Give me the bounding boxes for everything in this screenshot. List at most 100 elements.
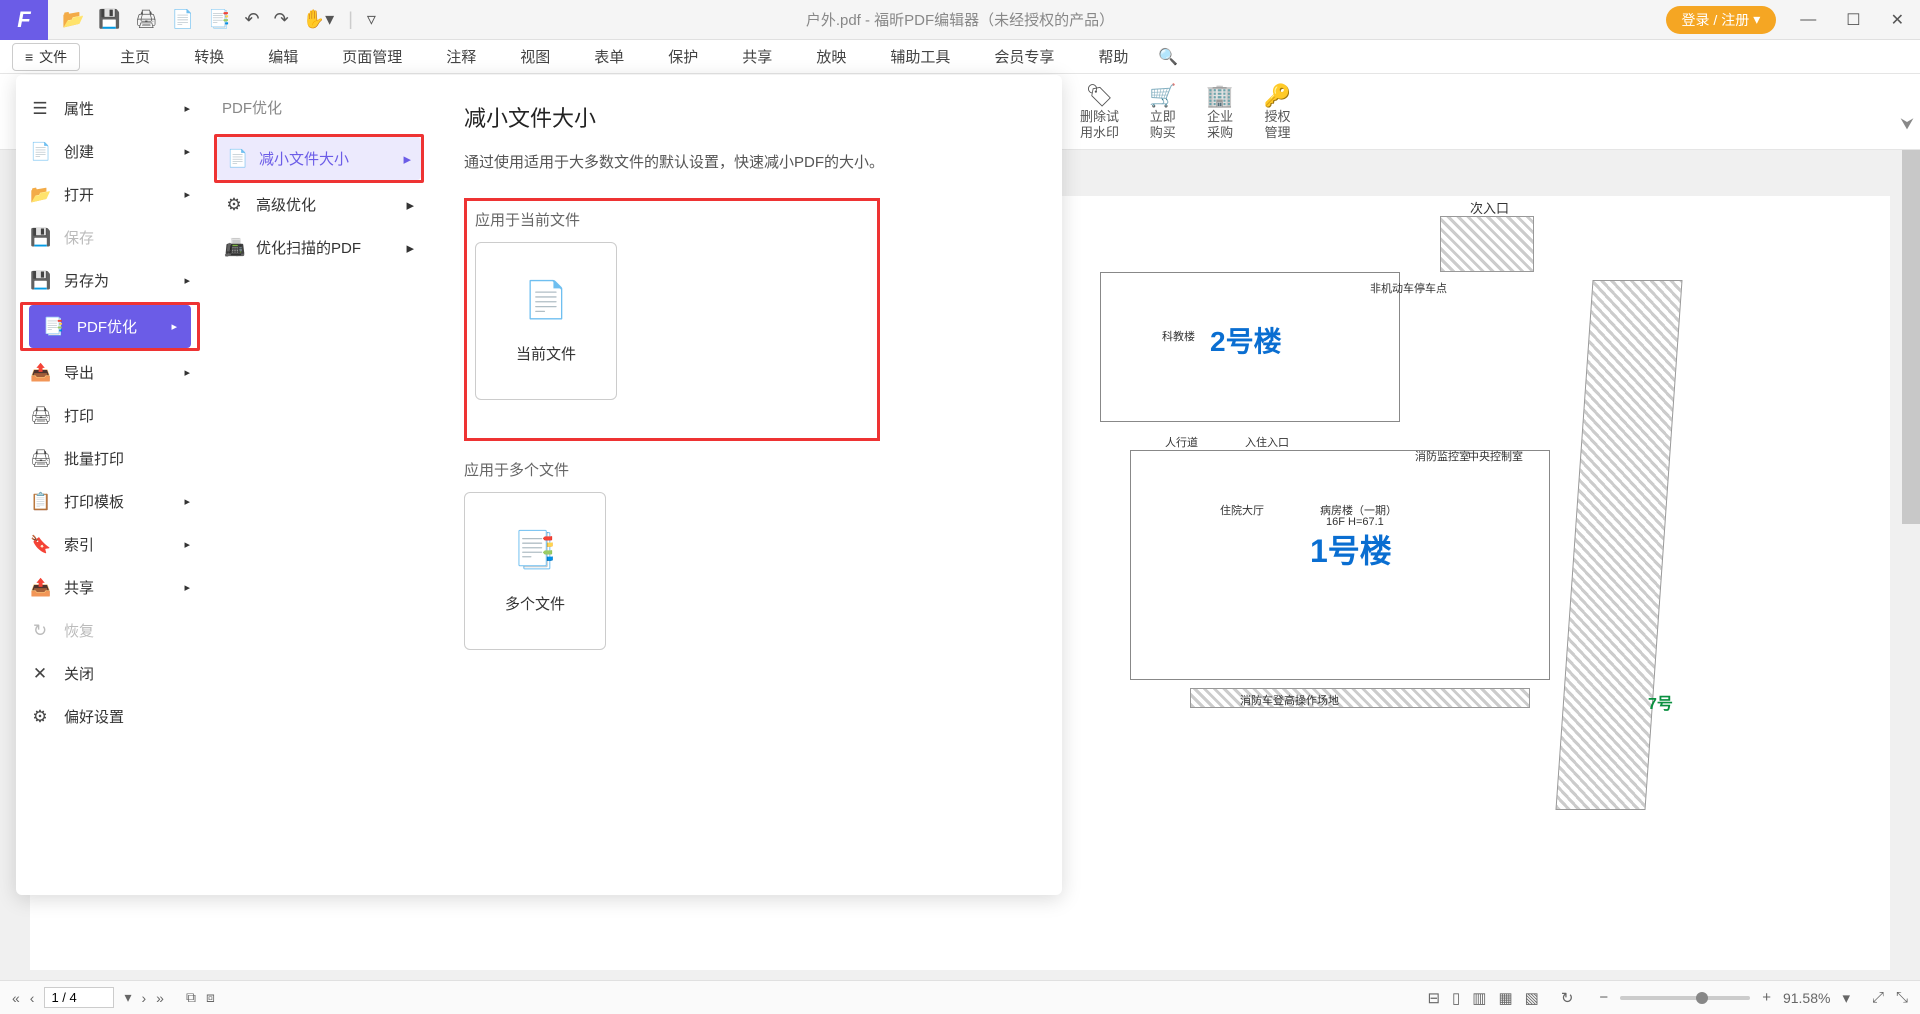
maximize-button[interactable]: ☐ (1840, 10, 1866, 30)
current-file-card[interactable]: 📄 当前文件 (475, 242, 617, 400)
quick-access-toolbar: 📂 💾 🖨 📄 📑 ↶ ↷ ✋▾ | ▿ (48, 9, 390, 30)
menu-present[interactable]: 放映 (794, 46, 868, 67)
file-menu-item-7[interactable]: 🖨打印 (16, 394, 204, 437)
chevron-right-icon: ▸ (171, 320, 177, 333)
menu-home[interactable]: 主页 (98, 46, 172, 67)
last-page-button[interactable]: » (156, 990, 164, 1006)
extract-icon[interactable]: ⧉ (186, 989, 196, 1006)
close-button[interactable]: ✕ (1885, 10, 1910, 30)
map-label-parking: 非机动车停车点 (1370, 280, 1447, 296)
open-icon[interactable]: 📂 (62, 9, 84, 30)
zoom-dropdown-icon[interactable]: ▾ (1842, 989, 1850, 1007)
zoom-slider[interactable] (1620, 996, 1750, 1000)
menu-form[interactable]: 表单 (572, 46, 646, 67)
menu-item-label: 保存 (64, 227, 94, 248)
minimize-button[interactable]: — (1794, 11, 1822, 29)
next-page-button[interactable]: › (142, 990, 147, 1006)
menu-convert[interactable]: 转换 (172, 46, 246, 67)
search-icon[interactable]: 🔍 (1158, 47, 1178, 67)
file-menu-item-4[interactable]: 💾另存为▸ (16, 259, 204, 302)
cart-icon: 🛒 (1149, 83, 1176, 109)
menu-help[interactable]: 帮助 (1076, 46, 1150, 67)
page-add-icon[interactable]: 📄 (172, 9, 194, 30)
file-menu-item-13[interactable]: ✕关闭 (16, 652, 204, 695)
menu-view[interactable]: 视图 (498, 46, 572, 67)
file-menu-item-6[interactable]: 📤导出▸ (16, 351, 204, 394)
save-icon[interactable]: 💾 (98, 9, 120, 30)
submenu-item-label: 高级优化 (256, 194, 316, 215)
redo-icon[interactable]: ↷ (274, 9, 289, 30)
map-content: 次入口 2号楼 科教楼 非机动车停车点 1号楼 病房楼（一期） 16F H=67… (1070, 180, 1880, 940)
menu-item-icon: 📄 (30, 142, 50, 162)
file-menu-item-2[interactable]: 📂打开▸ (16, 173, 204, 216)
qat-dropdown-icon[interactable]: ▿ (367, 9, 376, 30)
scrollbar-thumb[interactable] (1902, 150, 1920, 524)
vertical-scrollbar[interactable] (1902, 150, 1920, 980)
file-menu-item-0[interactable]: ☰属性▸ (16, 87, 204, 130)
rotate-icon[interactable]: ↻ (1561, 989, 1574, 1007)
menu-edit[interactable]: 编辑 (246, 46, 320, 67)
reflow-icon[interactable]: ⊟ (1427, 989, 1440, 1007)
menu-share[interactable]: 共享 (720, 46, 794, 67)
single-page-icon[interactable]: ▯ (1452, 989, 1460, 1007)
zoom-in-button[interactable]: + (1762, 989, 1771, 1006)
multi-file-card[interactable]: 📑 多个文件 (464, 492, 606, 650)
files-icon: 📑 (513, 529, 558, 571)
page-dup-icon[interactable]: 📑 (208, 9, 230, 30)
menubar: ≡文件 主页 转换 编辑 页面管理 注释 视图 表单 保护 共享 放映 辅助工具… (0, 40, 1920, 74)
optimize-submenu-item-2[interactable]: 📠优化扫描的PDF▸ (214, 226, 424, 269)
fit-page-icon[interactable]: ⤡ (1896, 989, 1908, 1006)
current-file-label: 当前文件 (516, 343, 576, 364)
collapse-ribbon-icon[interactable]: ⮟ (1900, 116, 1914, 134)
chevron-right-icon: ▸ (403, 150, 411, 168)
chevron-right-icon: ▸ (184, 366, 190, 379)
page-dropdown-icon[interactable]: ▾ (124, 989, 131, 1006)
menu-protect[interactable]: 保护 (646, 46, 720, 67)
building-icon: 🏢 (1206, 83, 1233, 109)
menu-item-label: 打印 (64, 405, 94, 426)
print-icon[interactable]: 🖨 (135, 9, 158, 30)
map-label-floors: 16F H=67.1 (1326, 516, 1384, 528)
menu-item-icon: ↻ (30, 621, 50, 641)
facing-continuous-icon[interactable]: ▧ (1525, 989, 1539, 1007)
ribbon-enterprise[interactable]: 🏢企业采购 (1206, 83, 1233, 141)
map-label-lobby: 住院大厅 (1220, 502, 1264, 518)
menu-item-label: PDF优化 (77, 316, 137, 337)
menu-annotate[interactable]: 注释 (424, 46, 498, 67)
zoom-slider-thumb[interactable] (1696, 992, 1708, 1004)
file-menu-item-3: 💾保存 (16, 216, 204, 259)
page-input[interactable] (44, 987, 114, 1008)
ribbon-remove-watermark[interactable]: 🏷删除试用水印 (1080, 83, 1119, 141)
file-menu-item-11[interactable]: 📤共享▸ (16, 566, 204, 609)
file-menu-button[interactable]: ≡文件 (12, 43, 80, 71)
menu-item-icon: 📂 (30, 185, 50, 205)
login-button[interactable]: 登录 / 注册▾ (1666, 6, 1777, 34)
file-menu-column: ☰属性▸📄创建▸📂打开▸💾保存💾另存为▸📑PDF优化▸📤导出▸🖨打印🖨批量打印📋… (16, 75, 204, 895)
file-menu-item-5[interactable]: 📑PDF优化▸ (29, 305, 191, 348)
insert-icon[interactable]: ⧈ (206, 989, 215, 1006)
continuous-icon[interactable]: ▥ (1472, 989, 1486, 1007)
file-menu-item-8[interactable]: 🖨批量打印 (16, 437, 204, 480)
facing-icon[interactable]: ▦ (1498, 989, 1512, 1007)
optimize-submenu-item-1[interactable]: ⚙高级优化▸ (214, 183, 424, 226)
menu-accessibility[interactable]: 辅助工具 (868, 46, 972, 67)
zoom-out-button[interactable]: − (1599, 989, 1608, 1006)
first-page-button[interactable]: « (12, 990, 20, 1006)
file-menu-item-10[interactable]: 🔖索引▸ (16, 523, 204, 566)
file-menu-item-1[interactable]: 📄创建▸ (16, 130, 204, 173)
fit-width-icon[interactable]: ⤢ (1872, 989, 1884, 1006)
menu-page-manage[interactable]: 页面管理 (320, 46, 424, 67)
ribbon-license[interactable]: 🔑授权管理 (1264, 83, 1291, 141)
file-menu-item-9[interactable]: 📋打印模板▸ (16, 480, 204, 523)
menu-vip[interactable]: 会员专享 (972, 46, 1076, 67)
menu-item-icon: 📤 (30, 578, 50, 598)
prev-page-button[interactable]: ‹ (30, 990, 35, 1006)
file-menu-item-14[interactable]: ⚙偏好设置 (16, 695, 204, 738)
ribbon-buy-now[interactable]: 🛒立即购买 (1149, 83, 1176, 141)
optimize-submenu-item-0[interactable]: 📄减小文件大小▸ (217, 137, 421, 180)
menu-item-label: 打印模板 (64, 491, 124, 512)
hand-icon[interactable]: ✋▾ (303, 9, 334, 30)
menu-item-label: 关闭 (64, 663, 94, 684)
file-menu-item-12: ↻恢复 (16, 609, 204, 652)
undo-icon[interactable]: ↶ (245, 9, 260, 30)
